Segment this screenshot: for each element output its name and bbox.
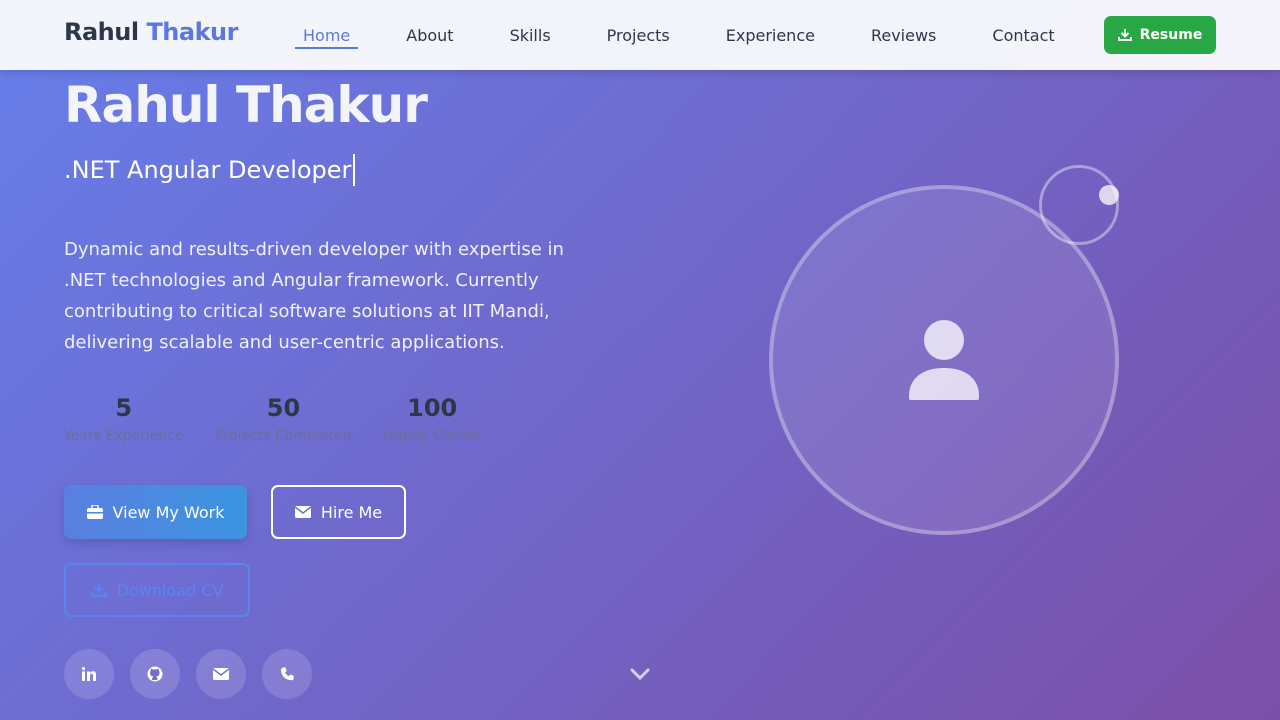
resume-button[interactable]: Resume <box>1104 16 1216 54</box>
stat-value: 100 <box>407 394 458 422</box>
decorative-ring <box>1039 165 1119 245</box>
nav-links: Home About Skills Projects Experience Re… <box>295 0 1103 70</box>
download-cv-label: Download CV <box>116 580 224 600</box>
nav-link-projects[interactable]: Projects <box>599 11 678 59</box>
nav-link-home[interactable]: Home <box>295 11 359 59</box>
stat-years: 5 Years Experience <box>64 392 183 444</box>
decorative-dot <box>1099 185 1119 205</box>
resume-label: Resume <box>1139 27 1203 43</box>
email-link[interactable] <box>196 649 246 699</box>
envelope-icon <box>294 506 311 518</box>
social-links <box>64 649 312 699</box>
stat-projects: 50 Projects Completed <box>215 392 351 444</box>
stat-label: Years Experience <box>64 428 184 444</box>
stat-label: Happy Clients <box>383 428 481 444</box>
view-my-work-label: View My Work <box>112 502 225 522</box>
email-icon <box>213 668 229 680</box>
nav-link-contact[interactable]: Contact <box>984 11 1062 59</box>
scroll-down-chevron[interactable] <box>628 665 652 685</box>
download-icon <box>1117 28 1132 42</box>
chevron-down-icon <box>628 665 652 685</box>
nav-link-about[interactable]: About <box>398 11 461 59</box>
stat-value: 5 <box>115 394 133 422</box>
top-navbar: Rahul Thakur Home About Skills Projects … <box>0 0 1280 70</box>
brand-logo[interactable]: Rahul Thakur <box>64 18 238 46</box>
stats-row: 5 Years Experience 50 Projects Completed… <box>64 392 513 444</box>
download-icon <box>90 582 107 598</box>
phone-icon <box>280 667 295 682</box>
hero-role-typewriter: .NET Angular Developer <box>64 154 356 186</box>
stat-value: 50 <box>266 394 301 422</box>
github-icon <box>147 666 163 682</box>
phone-link[interactable] <box>262 649 312 699</box>
hero-description: Dynamic and results-driven developer wit… <box>64 239 564 353</box>
stat-clients: 100 Happy Clients <box>383 392 480 444</box>
hire-me-label: Hire Me <box>320 502 383 522</box>
linkedin-icon <box>82 667 96 681</box>
nav-link-experience[interactable]: Experience <box>718 11 823 59</box>
download-cv-button[interactable]: Download CV <box>64 563 250 617</box>
brand-last-name: Thakur <box>146 18 238 46</box>
hero-name: Rahul Thakur <box>64 76 428 134</box>
linkedin-link[interactable] <box>64 649 114 699</box>
nav-link-reviews[interactable]: Reviews <box>863 11 944 59</box>
briefcase-icon <box>86 505 103 519</box>
hire-me-button[interactable]: Hire Me <box>271 485 406 539</box>
brand-first-name: Rahul <box>64 18 139 46</box>
view-my-work-button[interactable]: View My Work <box>64 485 247 539</box>
stat-label: Projects Completed <box>215 428 352 444</box>
nav-link-skills[interactable]: Skills <box>502 11 559 59</box>
user-icon <box>909 320 979 400</box>
github-link[interactable] <box>130 649 180 699</box>
